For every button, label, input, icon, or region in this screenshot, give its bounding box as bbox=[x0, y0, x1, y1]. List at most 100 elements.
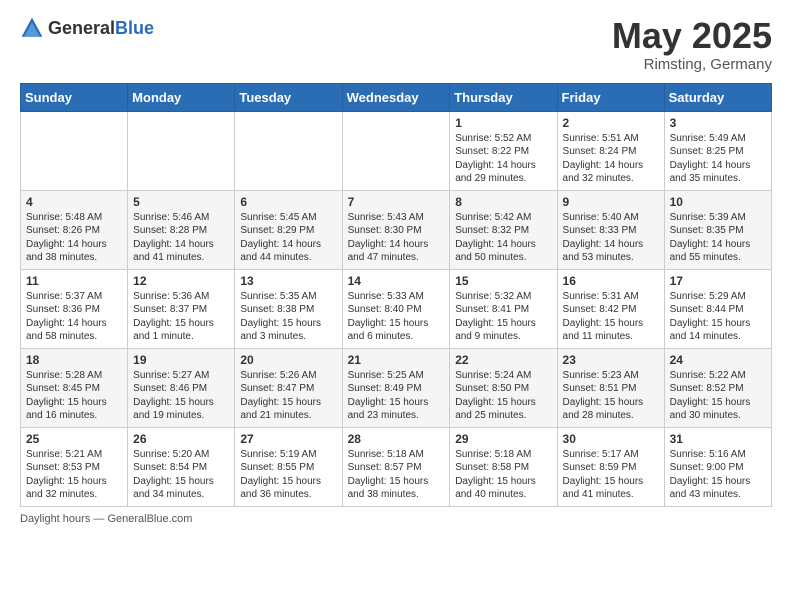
day-info: Sunrise: 5:23 AMSunset: 8:51 PMDaylight:… bbox=[563, 369, 659, 423]
day-number: 6 bbox=[240, 195, 336, 209]
calendar-cell: 19 Sunrise: 5:27 AMSunset: 8:46 PMDayligh… bbox=[128, 348, 235, 427]
day-info: Sunrise: 5:39 AMSunset: 8:35 PMDaylight:… bbox=[670, 211, 766, 265]
calendar-cell: 22 Sunrise: 5:24 AMSunset: 8:50 PMDayligh… bbox=[450, 348, 557, 427]
day-number: 5 bbox=[133, 195, 229, 209]
day-number: 30 bbox=[563, 432, 659, 446]
calendar: Sunday Monday Tuesday Wednesday Thursday… bbox=[20, 83, 772, 507]
calendar-cell: 24Sunrise: 5:22 AMSunset: 8:52 PMDayligh… bbox=[664, 348, 771, 427]
day-info: Sunrise: 5:37 AMSunset: 8:36 PMDaylight:… bbox=[26, 290, 122, 344]
calendar-cell: 16 Sunrise: 5:31 AMSunset: 8:42 PMDayligh… bbox=[557, 269, 664, 348]
location-subtitle: Rimsting, Germany bbox=[612, 56, 772, 73]
calendar-cell: 10 Sunrise: 5:39 AMSunset: 8:35 PMDayligh… bbox=[664, 190, 771, 269]
calendar-week-4: 18 Sunrise: 5:28 AMSunset: 8:45 PMDayligh… bbox=[21, 348, 772, 427]
calendar-cell: 25Sunrise: 5:21 AMSunset: 8:53 PMDayligh… bbox=[21, 427, 128, 506]
calendar-cell: 5 Sunrise: 5:46 AMSunset: 8:28 PMDaylight… bbox=[128, 190, 235, 269]
daylight-hours-label: Daylight hours bbox=[20, 513, 90, 525]
calendar-cell: 14 Sunrise: 5:33 AMSunset: 8:40 PMDayligh… bbox=[342, 269, 450, 348]
col-sunday: Sunday bbox=[21, 83, 128, 111]
calendar-cell: 11 Sunrise: 5:37 AMSunset: 8:36 PMDayligh… bbox=[21, 269, 128, 348]
day-info: Sunrise: 5:16 AMSunset: 9:00 PMDaylight:… bbox=[670, 448, 766, 502]
calendar-cell: 30 Sunrise: 5:17 AMSunset: 8:59 PMDayligh… bbox=[557, 427, 664, 506]
calendar-cell: 8Sunrise: 5:42 AMSunset: 8:32 PMDaylight… bbox=[450, 190, 557, 269]
calendar-week-2: 4 Sunrise: 5:48 AMSunset: 8:26 PMDaylight… bbox=[21, 190, 772, 269]
calendar-cell: 13Sunrise: 5:35 AMSunset: 8:38 PMDayligh… bbox=[235, 269, 342, 348]
day-info: Sunrise: 5:49 AMSunset: 8:25 PMDaylight:… bbox=[670, 132, 766, 186]
header: GeneralBlue May 2025 Rimsting, Germany bbox=[20, 16, 772, 73]
calendar-cell: 12Sunrise: 5:36 AMSunset: 8:37 PMDayligh… bbox=[128, 269, 235, 348]
day-number: 9 bbox=[563, 195, 659, 209]
day-number: 11 bbox=[26, 274, 122, 288]
day-info: Sunrise: 5:19 AMSunset: 8:55 PMDaylight:… bbox=[240, 448, 336, 502]
day-info: Sunrise: 5:20 AMSunset: 8:54 PMDaylight:… bbox=[133, 448, 229, 502]
title-block: May 2025 Rimsting, Germany bbox=[612, 16, 772, 73]
day-info: Sunrise: 5:33 AMSunset: 8:40 PMDaylight:… bbox=[348, 290, 445, 344]
calendar-cell: 15Sunrise: 5:32 AMSunset: 8:41 PMDayligh… bbox=[450, 269, 557, 348]
day-number: 29 bbox=[455, 432, 551, 446]
day-info: Sunrise: 5:36 AMSunset: 8:37 PMDaylight:… bbox=[133, 290, 229, 344]
day-info: Sunrise: 5:18 AMSunset: 8:57 PMDaylight:… bbox=[348, 448, 445, 502]
calendar-cell: 18 Sunrise: 5:28 AMSunset: 8:45 PMDayligh… bbox=[21, 348, 128, 427]
col-thursday: Thursday bbox=[450, 83, 557, 111]
calendar-cell: 23 Sunrise: 5:23 AMSunset: 8:51 PMDayligh… bbox=[557, 348, 664, 427]
day-info: Sunrise: 5:29 AMSunset: 8:44 PMDaylight:… bbox=[670, 290, 766, 344]
calendar-cell bbox=[128, 111, 235, 190]
calendar-cell bbox=[21, 111, 128, 190]
calendar-cell: 29Sunrise: 5:18 AMSunset: 8:58 PMDayligh… bbox=[450, 427, 557, 506]
col-monday: Monday bbox=[128, 83, 235, 111]
day-number: 16 bbox=[563, 274, 659, 288]
day-info: Sunrise: 5:45 AMSunset: 8:29 PMDaylight:… bbox=[240, 211, 336, 265]
logo-blue: Blue bbox=[115, 18, 154, 38]
calendar-week-5: 25Sunrise: 5:21 AMSunset: 8:53 PMDayligh… bbox=[21, 427, 772, 506]
calendar-cell: 21 Sunrise: 5:25 AMSunset: 8:49 PMDayligh… bbox=[342, 348, 450, 427]
day-info: Sunrise: 5:35 AMSunset: 8:38 PMDaylight:… bbox=[240, 290, 336, 344]
calendar-week-1: 1Sunrise: 5:52 AMSunset: 8:22 PMDaylight… bbox=[21, 111, 772, 190]
day-number: 24 bbox=[670, 353, 766, 367]
day-info: Sunrise: 5:51 AMSunset: 8:24 PMDaylight:… bbox=[563, 132, 659, 186]
day-number: 3 bbox=[670, 116, 766, 130]
day-info: Sunrise: 5:24 AMSunset: 8:50 PMDaylight:… bbox=[455, 369, 551, 423]
day-info: Sunrise: 5:25 AMSunset: 8:49 PMDaylight:… bbox=[348, 369, 445, 423]
day-number: 7 bbox=[348, 195, 445, 209]
day-info: Sunrise: 5:52 AMSunset: 8:22 PMDaylight:… bbox=[455, 132, 551, 186]
calendar-cell bbox=[342, 111, 450, 190]
day-info: Sunrise: 5:28 AMSunset: 8:45 PMDaylight:… bbox=[26, 369, 122, 423]
day-number: 4 bbox=[26, 195, 122, 209]
col-tuesday: Tuesday bbox=[235, 83, 342, 111]
calendar-cell: 3 Sunrise: 5:49 AMSunset: 8:25 PMDaylight… bbox=[664, 111, 771, 190]
day-number: 23 bbox=[563, 353, 659, 367]
day-number: 2 bbox=[563, 116, 659, 130]
day-number: 18 bbox=[26, 353, 122, 367]
page: GeneralBlue May 2025 Rimsting, Germany S… bbox=[0, 0, 792, 545]
day-info: Sunrise: 5:31 AMSunset: 8:42 PMDaylight:… bbox=[563, 290, 659, 344]
logo: GeneralBlue bbox=[20, 16, 154, 40]
col-wednesday: Wednesday bbox=[342, 83, 450, 111]
day-info: Sunrise: 5:27 AMSunset: 8:46 PMDaylight:… bbox=[133, 369, 229, 423]
calendar-cell: 7 Sunrise: 5:43 AMSunset: 8:30 PMDaylight… bbox=[342, 190, 450, 269]
col-saturday: Saturday bbox=[664, 83, 771, 111]
day-info: Sunrise: 5:48 AMSunset: 8:26 PMDaylight:… bbox=[26, 211, 122, 265]
day-number: 15 bbox=[455, 274, 551, 288]
day-info: Sunrise: 5:46 AMSunset: 8:28 PMDaylight:… bbox=[133, 211, 229, 265]
day-number: 10 bbox=[670, 195, 766, 209]
calendar-cell: 4 Sunrise: 5:48 AMSunset: 8:26 PMDaylight… bbox=[21, 190, 128, 269]
calendar-cell: 31 Sunrise: 5:16 AMSunset: 9:00 PMDayligh… bbox=[664, 427, 771, 506]
day-number: 21 bbox=[348, 353, 445, 367]
day-number: 31 bbox=[670, 432, 766, 446]
day-info: Sunrise: 5:17 AMSunset: 8:59 PMDaylight:… bbox=[563, 448, 659, 502]
day-number: 19 bbox=[133, 353, 229, 367]
day-number: 14 bbox=[348, 274, 445, 288]
calendar-cell: 9Sunrise: 5:40 AMSunset: 8:33 PMDaylight… bbox=[557, 190, 664, 269]
day-number: 8 bbox=[455, 195, 551, 209]
day-info: Sunrise: 5:43 AMSunset: 8:30 PMDaylight:… bbox=[348, 211, 445, 265]
day-info: Sunrise: 5:26 AMSunset: 8:47 PMDaylight:… bbox=[240, 369, 336, 423]
day-number: 25 bbox=[26, 432, 122, 446]
col-friday: Friday bbox=[557, 83, 664, 111]
calendar-cell: 17 Sunrise: 5:29 AMSunset: 8:44 PMDayligh… bbox=[664, 269, 771, 348]
calendar-cell: 20 Sunrise: 5:26 AMSunset: 8:47 PMDayligh… bbox=[235, 348, 342, 427]
calendar-cell bbox=[235, 111, 342, 190]
day-number: 22 bbox=[455, 353, 551, 367]
day-number: 20 bbox=[240, 353, 336, 367]
calendar-cell: 2 Sunrise: 5:51 AMSunset: 8:24 PMDaylight… bbox=[557, 111, 664, 190]
day-number: 17 bbox=[670, 274, 766, 288]
calendar-cell: 6 Sunrise: 5:45 AMSunset: 8:29 PMDaylight… bbox=[235, 190, 342, 269]
